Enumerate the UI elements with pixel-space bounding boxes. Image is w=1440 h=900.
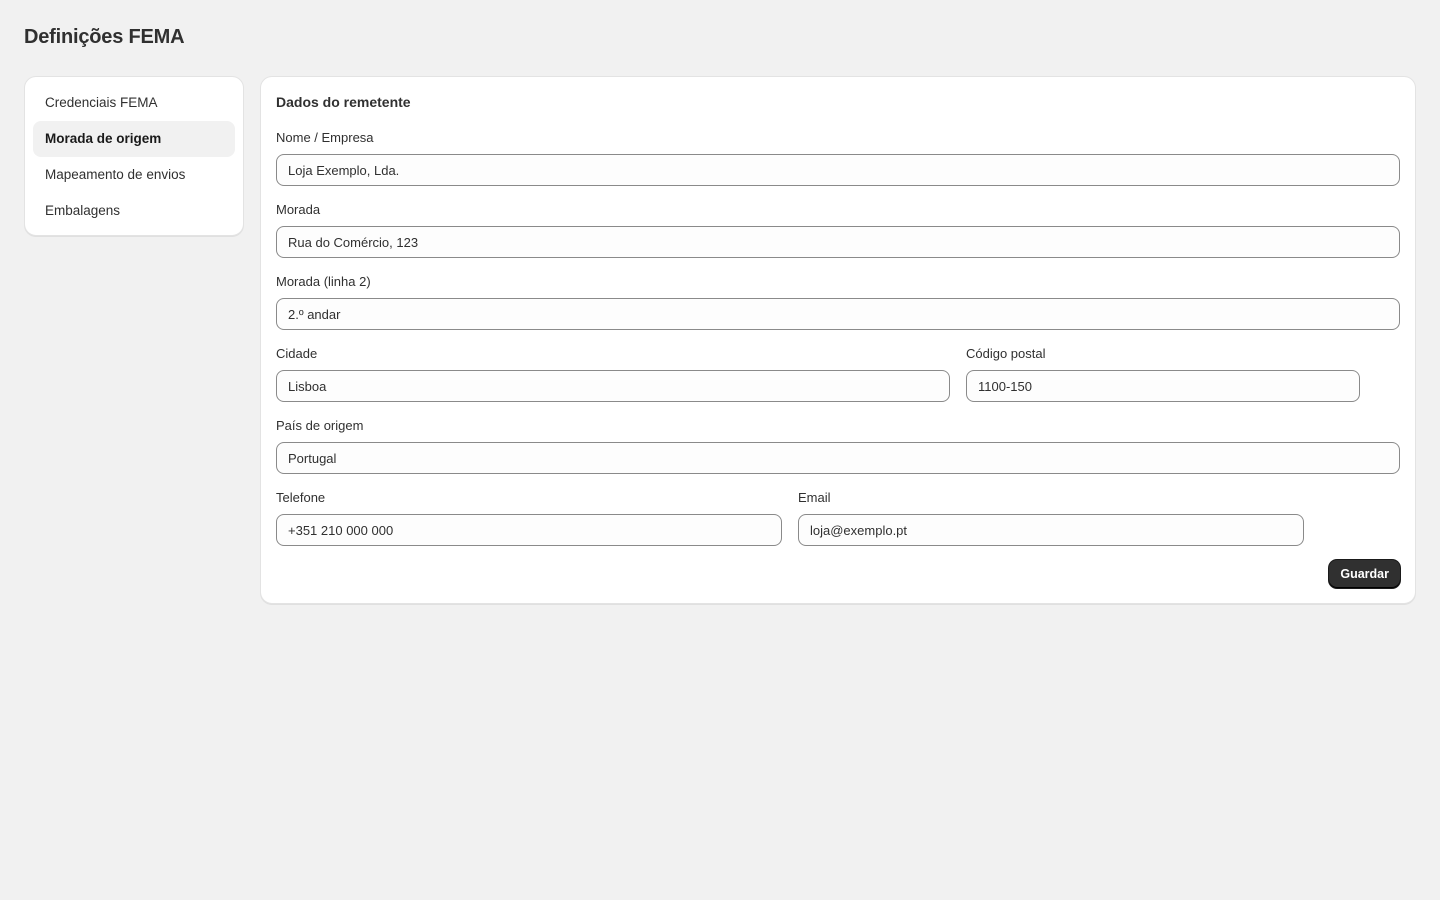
city-label: Cidade: [276, 346, 318, 361]
address2-label: Morada (linha 2): [276, 274, 371, 289]
address2-field: Morada (linha 2): [276, 274, 1400, 330]
address1-input[interactable]: [276, 226, 1400, 258]
postal-code-input[interactable]: [966, 370, 1360, 402]
postal-code-label: Código postal: [966, 346, 1046, 361]
country-input[interactable]: [276, 442, 1400, 474]
city-input[interactable]: [276, 370, 950, 402]
country-label: País de origem: [276, 418, 364, 433]
sender-form-card: Dados do remetente Nome / Empresa Morada…: [260, 76, 1416, 604]
sidebar-item-credenciais[interactable]: Credenciais FEMA: [33, 85, 235, 121]
sidebar-item-mapeamento-envios[interactable]: Mapeamento de envios: [33, 157, 235, 193]
city-field: Cidade: [276, 346, 950, 402]
phone-label: Telefone: [276, 490, 326, 505]
sidebar-item-morada-origem[interactable]: Morada de origem: [33, 121, 235, 157]
page-title: Definições FEMA: [24, 26, 185, 48]
section-title: Dados do remetente: [276, 94, 411, 110]
save-button[interactable]: Guardar: [1329, 560, 1400, 588]
address2-input[interactable]: [276, 298, 1400, 330]
address1-label: Morada: [276, 202, 321, 217]
name-field: Nome / Empresa: [276, 130, 1400, 186]
email-field: Email: [798, 490, 1304, 546]
phone-input[interactable]: [276, 514, 782, 546]
postal-code-field: Código postal: [966, 346, 1360, 402]
email-label: Email: [798, 490, 831, 505]
phone-field: Telefone: [276, 490, 782, 546]
address1-field: Morada: [276, 202, 1400, 258]
email-input[interactable]: [798, 514, 1304, 546]
settings-sidebar: Credenciais FEMA Morada de origem Mapeam…: [24, 76, 244, 236]
name-input[interactable]: [276, 154, 1400, 186]
name-label: Nome / Empresa: [276, 130, 374, 145]
country-field: País de origem: [276, 418, 1400, 474]
sidebar-item-embalagens[interactable]: Embalagens: [33, 193, 235, 229]
